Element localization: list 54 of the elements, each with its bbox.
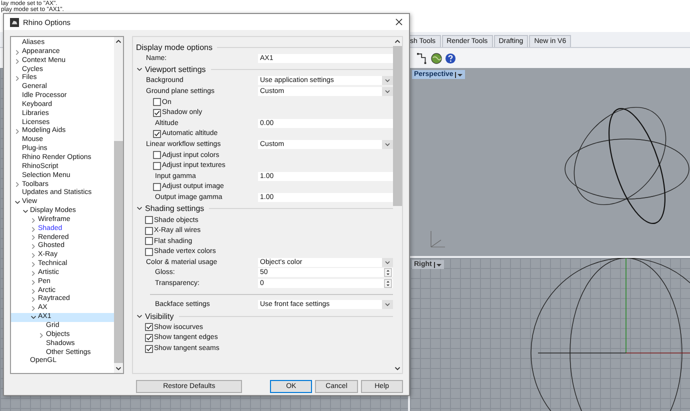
section-heading: Shading settings [145,204,204,214]
checkbox-icon[interactable] [153,98,161,106]
checkbox-icon[interactable] [145,323,153,332]
section-heading: Display mode options [136,42,212,52]
section-heading: Viewport settings [145,65,206,74]
scroll-down-icon[interactable] [393,364,402,373]
chevron-right-icon[interactable] [30,296,37,304]
dropdown-arrow-icon[interactable] [382,300,393,310]
checkbox-icon[interactable] [153,108,161,117]
chevron-right-icon[interactable] [38,332,45,339]
checkbox-icon[interactable] [145,226,153,235]
close-icon[interactable] [395,18,403,26]
spinner-arrows-icon[interactable] [384,279,392,288]
caret-icon[interactable] [455,72,464,78]
chevron-right-icon[interactable] [30,243,37,250]
chevron-right-icon[interactable] [14,181,21,188]
chevron-right-icon[interactable] [30,278,37,286]
chevron-right-icon[interactable] [30,234,37,242]
chevron-right-icon[interactable] [14,58,21,65]
chevron-down-icon[interactable] [136,66,143,74]
rhino-app-icon [10,18,19,26]
section-heading: Visibility [145,312,174,321]
chevron-right-icon[interactable] [30,288,37,295]
scrollbar[interactable] [114,37,123,373]
chevron-right-icon[interactable] [14,128,21,136]
chevron-right-icon[interactable] [14,48,21,56]
chevron-right-icon[interactable] [30,252,37,260]
chevron-down-icon[interactable] [136,312,143,320]
help-icon[interactable] [445,52,456,64]
spinner-arrows-icon[interactable] [384,268,392,278]
checkbox-icon[interactable] [145,237,153,246]
caret-icon[interactable] [434,262,442,268]
globe-icon[interactable] [431,52,442,64]
checkbox-icon[interactable] [145,334,153,342]
chevron-down-icon[interactable] [30,314,37,322]
scroll-up-icon[interactable] [114,37,123,46]
checkbox-icon[interactable] [145,216,153,224]
chevron-right-icon[interactable] [30,261,37,268]
scroll-up-icon[interactable] [393,37,402,46]
scroll-down-icon[interactable] [114,364,123,373]
checkbox-icon[interactable] [145,344,153,353]
checkbox-icon[interactable] [153,182,161,191]
checkbox-icon[interactable] [145,248,153,256]
chevron-down-icon[interactable] [14,199,21,206]
snap-tool-icon[interactable] [417,52,428,64]
chevron-down-icon[interactable] [136,205,143,212]
scrollbar[interactable] [393,37,402,373]
chevron-right-icon[interactable] [14,75,21,82]
chevron-down-icon[interactable] [22,208,29,215]
chevron-right-icon[interactable] [30,226,37,233]
chevron-right-icon[interactable] [30,270,37,277]
checkbox-icon[interactable] [153,130,161,138]
checkbox-icon[interactable] [153,162,161,170]
checkbox-icon[interactable] [153,151,161,160]
